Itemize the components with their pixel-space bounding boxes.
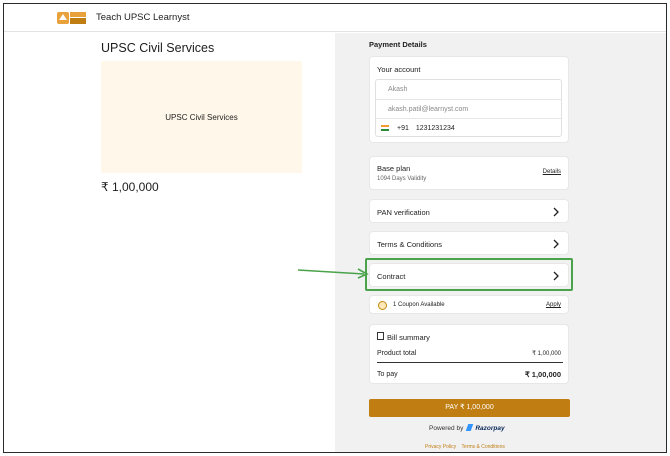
plan-details-link[interactable]: Details	[543, 169, 561, 175]
account-title: Your account	[377, 65, 421, 74]
course-panel: UPSC Civil Services UPSC Civil Services …	[4, 33, 335, 452]
phone-number: 1231231234	[415, 125, 455, 132]
account-card: Your account Akash akash.patil@learnyst.…	[369, 56, 569, 143]
bill-divider	[377, 362, 563, 363]
annotation-arrow-icon	[297, 268, 369, 279]
pan-verification-row[interactable]: PAN verification	[369, 199, 569, 223]
apply-coupon-link[interactable]: Apply	[546, 302, 561, 308]
country-code: +91	[397, 125, 409, 132]
receipt-icon	[377, 332, 384, 340]
course-thumbnail: UPSC Civil Services	[101, 61, 302, 173]
coupon-icon	[378, 301, 387, 310]
base-plan-card: Base plan 1094 Days Validity Details	[369, 156, 569, 190]
terms-label: Terms & Conditions	[377, 240, 443, 249]
bill-summary-card: Bill summary Product total ₹ 1,00,000 To…	[369, 324, 569, 384]
coupon-row: 1 Coupon Available Apply	[369, 295, 569, 314]
product-total-label: Product total	[377, 350, 417, 357]
product-total-value: ₹ 1,00,000	[532, 351, 561, 357]
pay-button[interactable]: PAY ₹ 1,00,000	[369, 399, 570, 417]
contract-highlight-box	[365, 258, 573, 291]
footer-links: Privacy Policy Terms & Conditions	[423, 444, 507, 450]
account-fields: Akash akash.patil@learnyst.com +91 12312…	[375, 79, 562, 137]
to-pay-value: ₹ 1,00,000	[524, 370, 561, 379]
brand-name: Teach UPSC Learnyst	[96, 12, 190, 23]
phone-field[interactable]: +91 1231231234	[376, 118, 561, 137]
teach-upsc-logo[interactable]	[57, 9, 87, 26]
to-pay-label: To pay	[377, 371, 398, 378]
coupon-text: 1 Coupon Available	[393, 302, 445, 308]
bill-summary-title: Bill summary	[387, 333, 430, 342]
email-field[interactable]: akash.patil@learnyst.com	[376, 99, 561, 118]
plan-validity: 1094 Days Validity	[377, 176, 427, 182]
pan-verification-label: PAN verification	[377, 208, 430, 217]
razorpay-logo-text: Razorpay	[475, 425, 505, 432]
app-frame: Teach UPSC Learnyst UPSC Civil Services …	[3, 3, 667, 453]
payment-details-heading: Payment Details	[369, 40, 427, 49]
powered-by-label: Powered by	[429, 425, 464, 432]
course-price: ₹ 1,00,000	[101, 180, 159, 194]
payment-panel: Payment Details Your account Akash akash…	[335, 33, 666, 452]
chevron-right-icon	[553, 207, 559, 217]
top-bar: Teach UPSC Learnyst	[4, 4, 666, 32]
powered-by: Powered by Razorpay	[429, 424, 505, 432]
course-title: UPSC Civil Services	[101, 41, 215, 55]
razorpay-icon	[466, 424, 474, 431]
name-field[interactable]: Akash	[376, 80, 561, 99]
india-flag-icon	[381, 125, 389, 132]
privacy-policy-link[interactable]: Privacy Policy	[425, 444, 456, 450]
chevron-right-icon	[553, 239, 559, 249]
terms-conditions-link[interactable]: Terms & Conditions	[462, 444, 505, 450]
thumbnail-label: UPSC Civil Services	[165, 113, 238, 122]
plan-title: Base plan	[377, 164, 411, 173]
terms-row[interactable]: Terms & Conditions	[369, 231, 569, 255]
